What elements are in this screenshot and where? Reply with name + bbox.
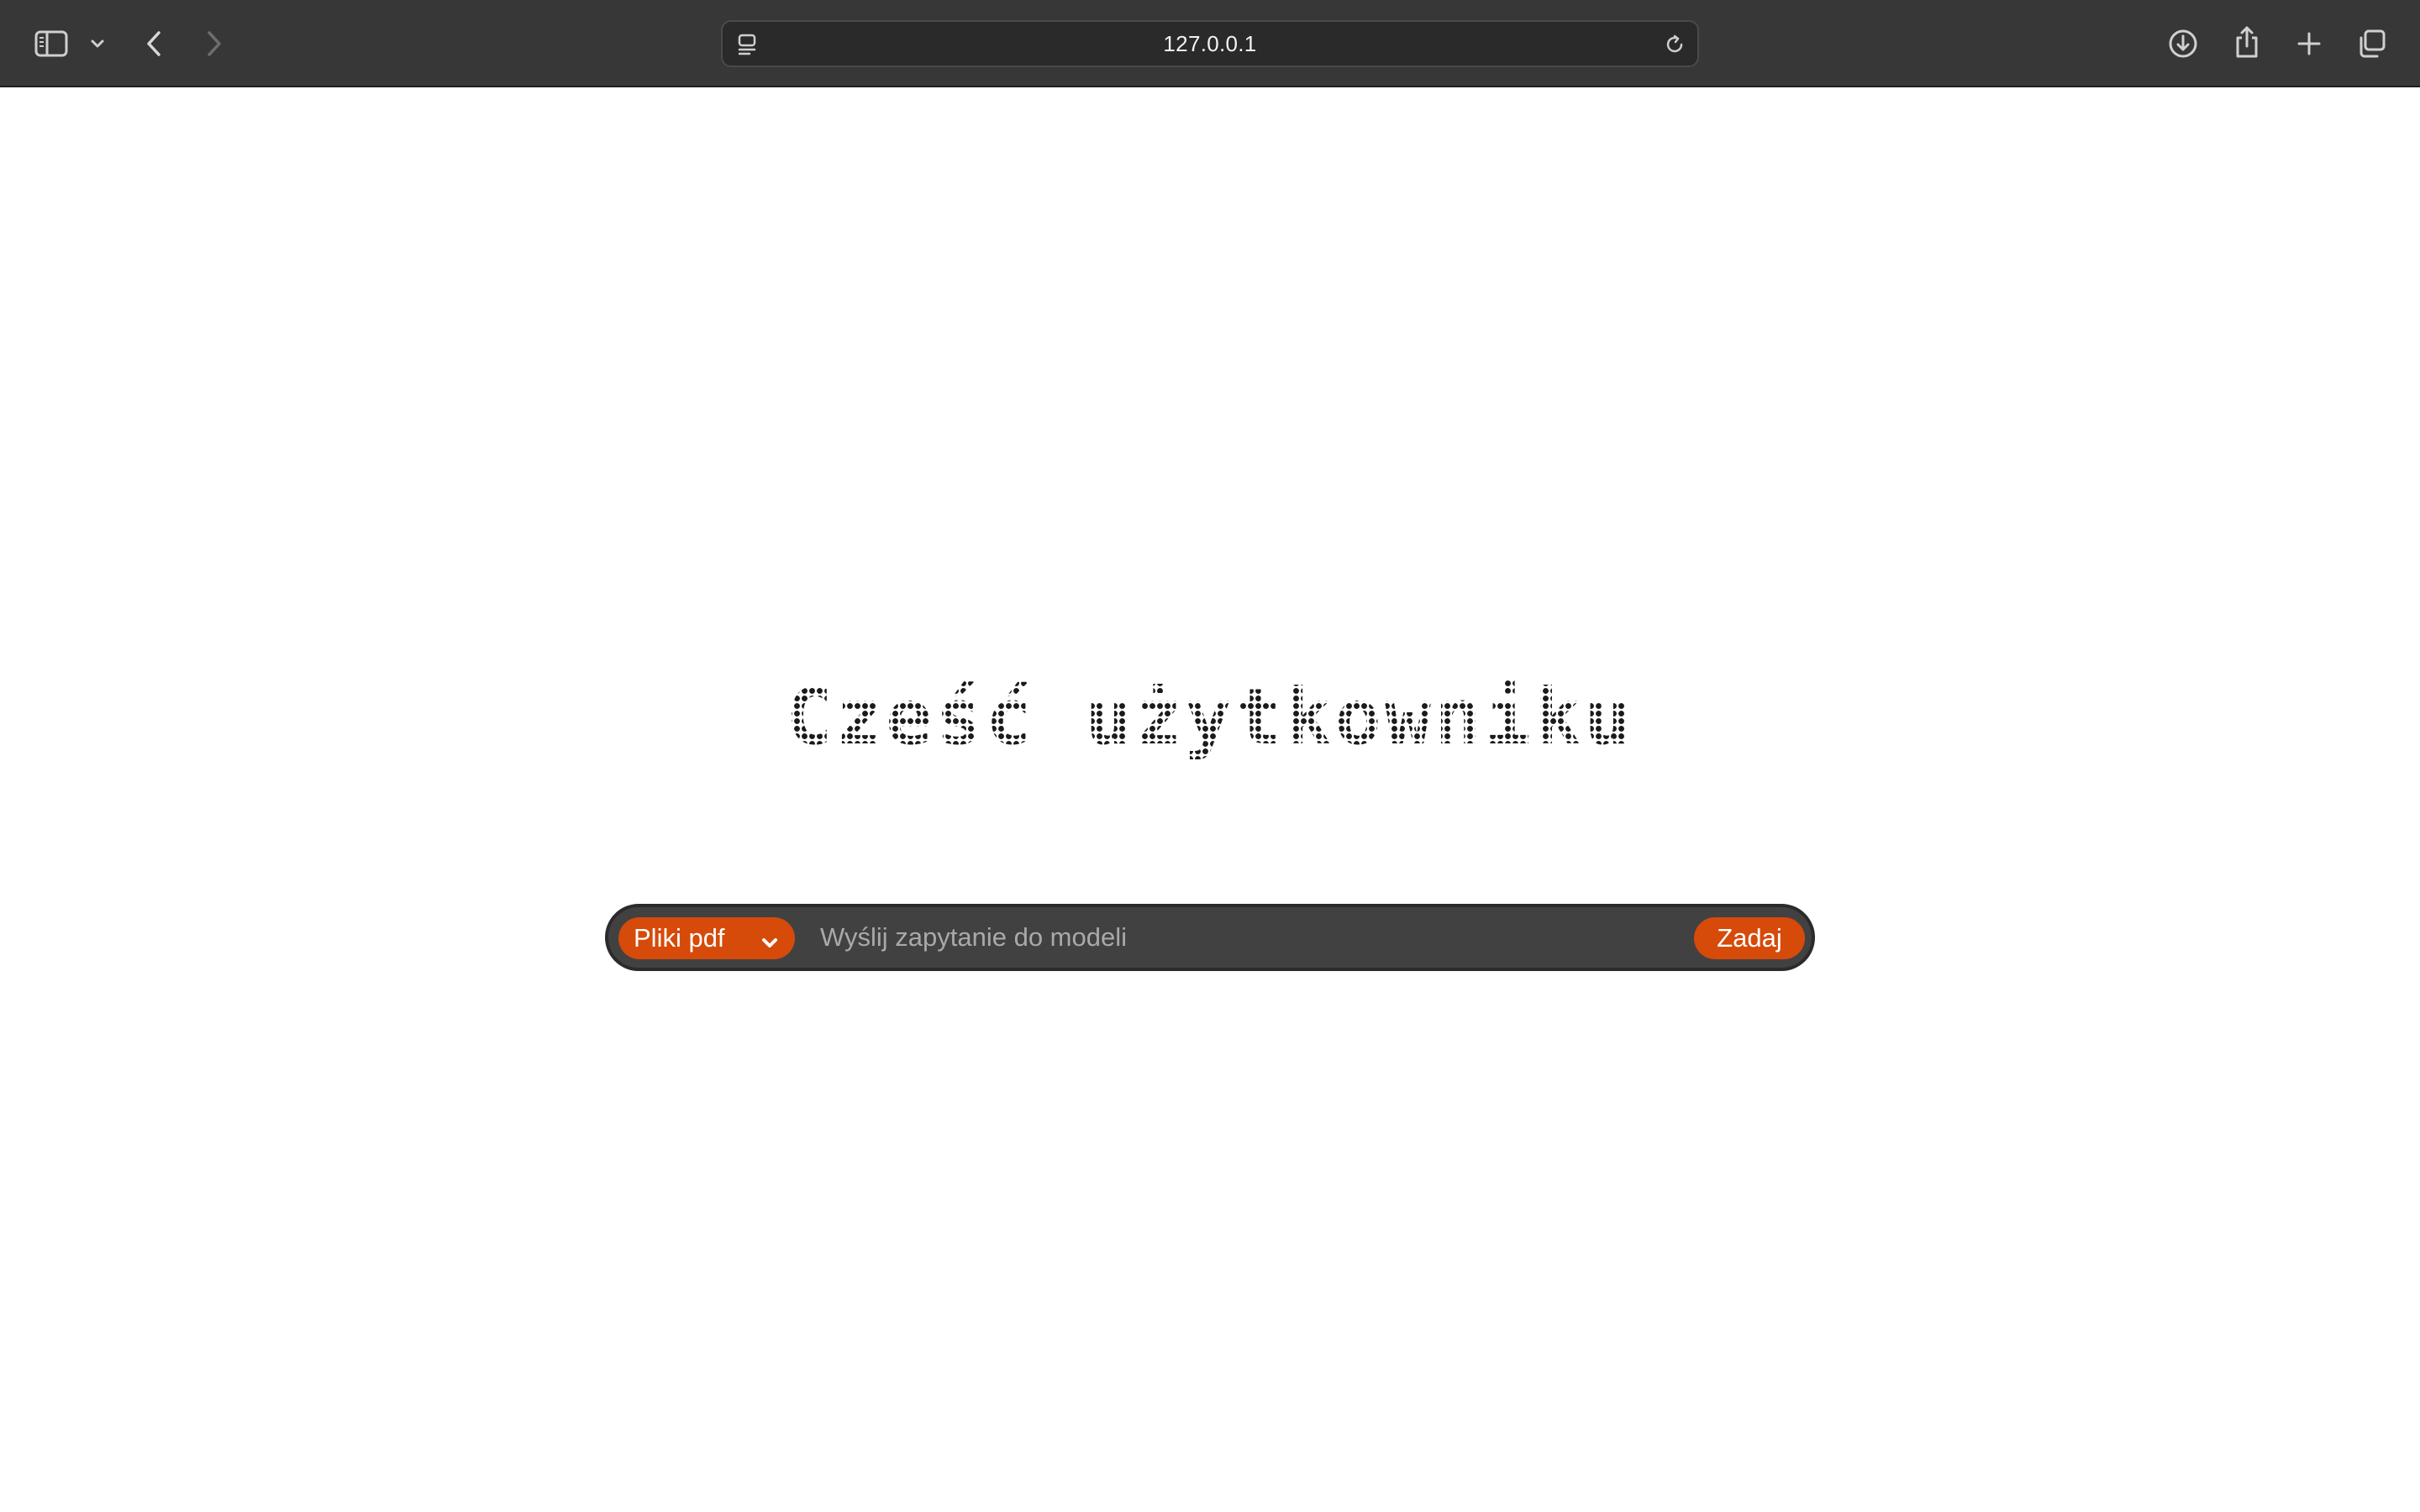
reload-button[interactable] [1660, 30, 1689, 59]
tabs-overview-icon [2356, 29, 2386, 59]
address-bar[interactable]: 127.0.0.1 [721, 20, 1699, 67]
query-bar: Pliki pdf Zadaj [605, 904, 1815, 971]
page-content: Cześć użytkowniku Pliki pdf Zadaj [0, 89, 2420, 1512]
query-input[interactable] [818, 912, 1608, 963]
download-icon [2168, 29, 2198, 59]
chevron-down-icon [760, 929, 780, 959]
sidebar-icon [34, 30, 68, 57]
chevron-right-icon [205, 29, 224, 58]
share-icon [2233, 25, 2260, 59]
greeting-text: Cześć użytkowniku [786, 672, 1634, 762]
sidebar-toggle-button[interactable] [32, 27, 71, 60]
source-select-value: Pliki pdf [634, 923, 725, 953]
reload-icon [1664, 34, 1686, 55]
url-text[interactable]: 127.0.0.1 [723, 22, 1697, 66]
plus-icon [2296, 31, 2322, 56]
forward-button[interactable] [200, 25, 229, 62]
chevron-down-icon [90, 39, 105, 49]
downloads-button[interactable] [2166, 27, 2200, 60]
back-button[interactable] [139, 25, 168, 62]
browser-toolbar: 127.0.0.1 [0, 0, 2420, 87]
greeting-heading: Cześć użytkowniku [0, 667, 2420, 768]
submit-button[interactable]: Zadaj [1694, 917, 1805, 959]
sidebar-menu-button[interactable] [87, 34, 108, 54]
new-tab-button[interactable] [2292, 27, 2326, 60]
source-select[interactable]: Pliki pdf [618, 917, 795, 959]
chevron-left-icon [145, 29, 163, 58]
tab-overview-button[interactable] [2354, 27, 2388, 60]
share-button[interactable] [2230, 24, 2264, 60]
